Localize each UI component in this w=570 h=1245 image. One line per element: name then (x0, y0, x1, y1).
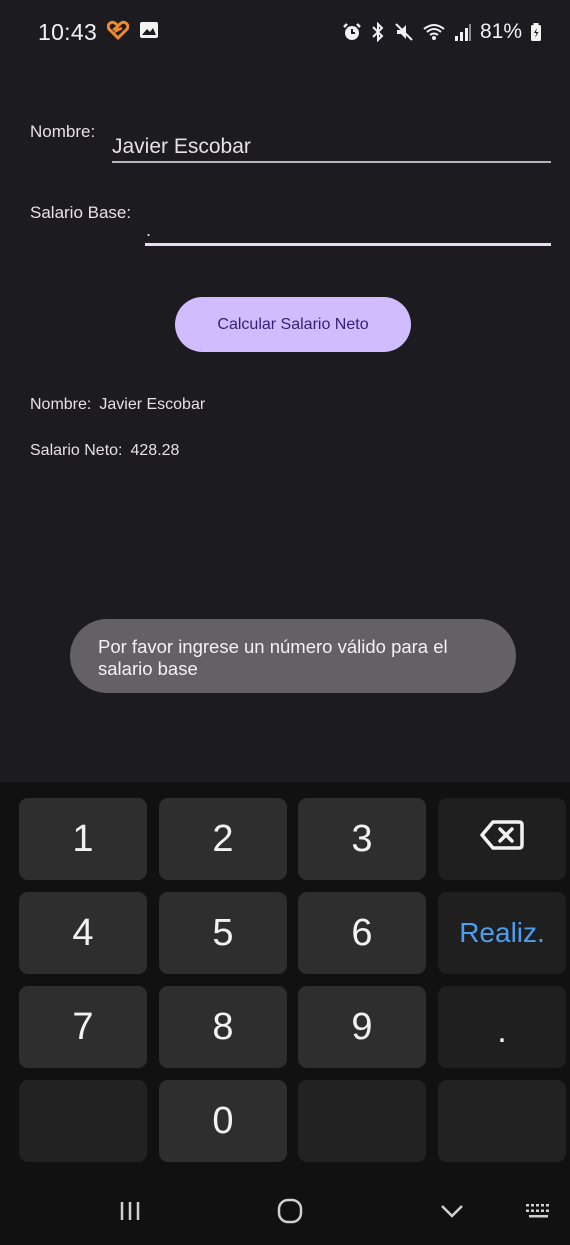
keyboard-icon (525, 1202, 553, 1225)
empty-key-middle (298, 1080, 426, 1162)
key-2[interactable]: 2 (159, 798, 287, 880)
key-4[interactable]: 4 (19, 892, 147, 974)
name-input[interactable] (112, 132, 552, 162)
key-8[interactable]: 8 (159, 986, 287, 1068)
salary-input[interactable] (146, 218, 546, 242)
mute-icon (394, 22, 414, 42)
backspace-icon (479, 818, 525, 861)
key-3[interactable]: 3 (298, 798, 426, 880)
empty-key-left (19, 1080, 147, 1162)
toast-message: Por favor ingrese un número válido para … (70, 619, 516, 693)
name-label: Nombre: (30, 122, 96, 141)
status-left: 10:43 (38, 19, 159, 46)
battery-icon (530, 22, 542, 42)
key-9[interactable]: 9 (298, 986, 426, 1068)
recent-apps-button[interactable] (100, 1182, 160, 1245)
recent-apps-icon (118, 1200, 142, 1227)
wifi-icon (422, 22, 446, 42)
calculate-button[interactable]: Calcular Salario Neto (175, 297, 411, 352)
gallery-icon (139, 21, 159, 44)
status-time: 10:43 (38, 18, 98, 45)
key-7[interactable]: 7 (19, 986, 147, 1068)
backspace-key[interactable] (438, 798, 566, 880)
bluetooth-icon (370, 22, 386, 42)
home-icon (277, 1198, 303, 1229)
result-name-row: Nombre: Javier Escobar (30, 396, 205, 414)
chevron-down-icon (439, 1203, 465, 1224)
status-right: 81% (342, 20, 542, 44)
result-net-label: Salario Neto: (30, 442, 123, 459)
empty-key-right (438, 1080, 566, 1162)
keyboard-switch-button[interactable] (514, 1182, 564, 1245)
result-name-label: Nombre: (30, 396, 92, 413)
numeric-keyboard: 1 2 3 4 5 6 Realiz. 7 8 9 . 0 (0, 782, 570, 1182)
key-5[interactable]: 5 (159, 892, 287, 974)
result-net-row: Salario Neto: 428.28 (30, 442, 179, 460)
navigation-bar (0, 1182, 570, 1245)
salary-input-underline (145, 243, 551, 246)
hide-keyboard-button[interactable] (422, 1182, 482, 1245)
key-0[interactable]: 0 (159, 1080, 287, 1162)
signal-icon (454, 22, 472, 42)
notification-heart-icon (106, 20, 130, 45)
key-6[interactable]: 6 (298, 892, 426, 974)
done-key[interactable]: Realiz. (438, 892, 566, 974)
alarm-icon (342, 22, 362, 42)
decimal-key[interactable]: . (438, 986, 566, 1068)
home-button[interactable] (260, 1182, 320, 1245)
status-bar: 10:43 81% (0, 0, 570, 64)
key-1[interactable]: 1 (19, 798, 147, 880)
name-input-underline (112, 161, 551, 163)
battery-text: 81% (479, 20, 522, 43)
result-net-value: 428.28 (130, 442, 180, 459)
result-name-value: Javier Escobar (99, 396, 206, 413)
salary-label: Salario Base: (30, 203, 132, 222)
